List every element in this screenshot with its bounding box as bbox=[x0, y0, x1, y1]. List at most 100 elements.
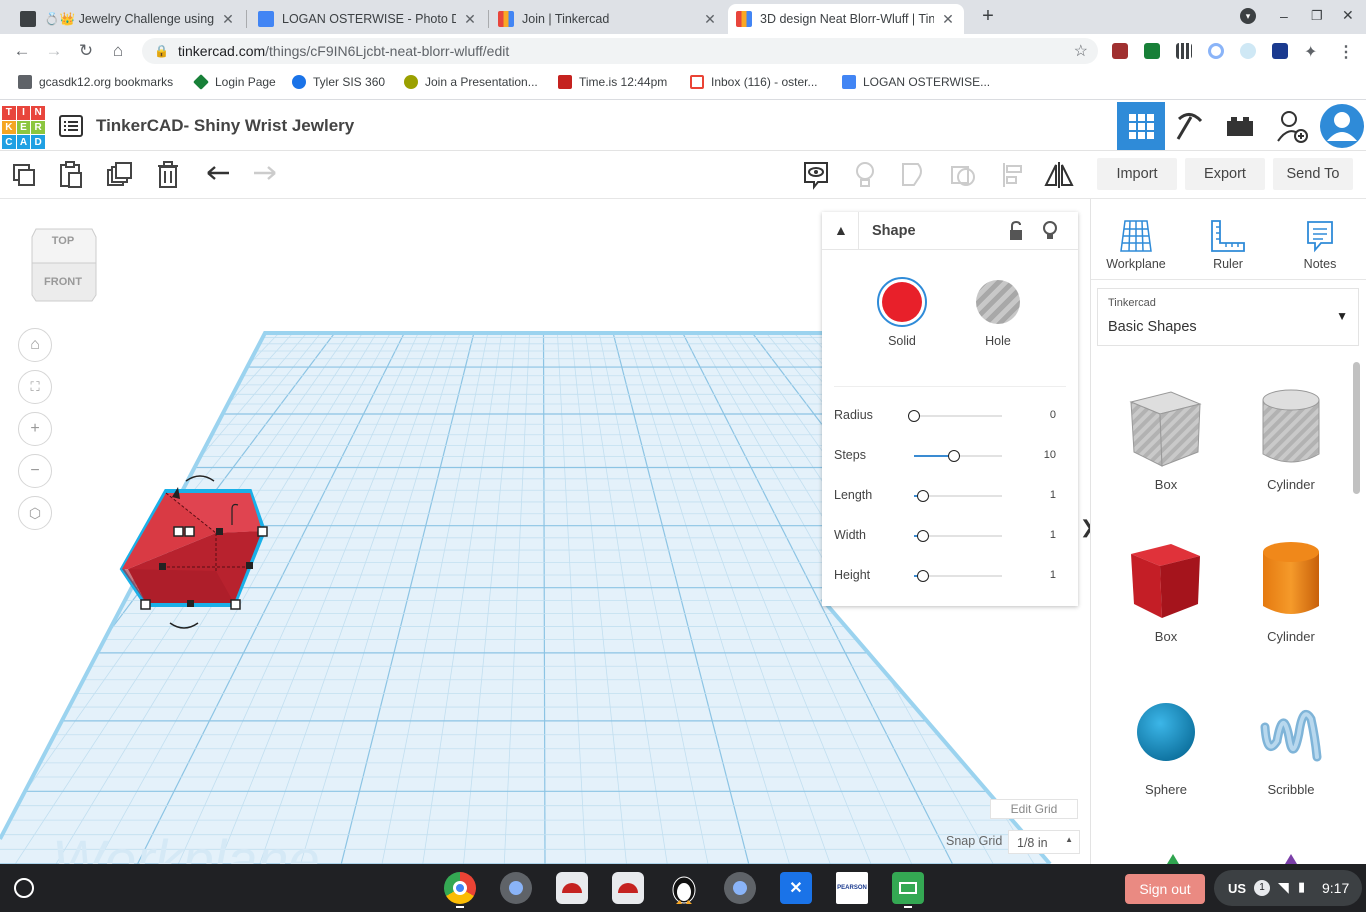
bookmark-join-presentation[interactable]: Join a Presentation... bbox=[404, 75, 538, 89]
system-tray[interactable]: US 1 ◥ ▮ 9:17 bbox=[1214, 870, 1362, 906]
steps-slider[interactable] bbox=[914, 450, 1002, 462]
view-cube-top[interactable]: TOP bbox=[30, 235, 96, 247]
align-button[interactable] bbox=[996, 159, 1028, 191]
web-app-icon[interactable] bbox=[612, 872, 644, 904]
browser-tab-2[interactable]: LOGAN OSTERWISE - Photo Doc ✕ bbox=[250, 4, 486, 34]
notes-tool-button[interactable]: Notes bbox=[1285, 213, 1355, 273]
bookmark-tyler-sis[interactable]: Tyler SIS 360 bbox=[292, 75, 385, 89]
extension-icon[interactable] bbox=[1208, 43, 1224, 59]
sheets-extension-icon[interactable] bbox=[1144, 43, 1160, 59]
shape-library-select[interactable]: Tinkercad Basic Shapes ▼ bbox=[1097, 288, 1359, 346]
send-to-button[interactable]: Send To bbox=[1273, 158, 1353, 190]
blocks-view-button[interactable] bbox=[1166, 102, 1214, 150]
workplane-tool-button[interactable]: Workplane bbox=[1101, 213, 1171, 273]
shape-cylinder-hole[interactable]: Cylinder bbox=[1236, 377, 1346, 507]
ruler-tool-button[interactable]: Ruler bbox=[1193, 213, 1263, 273]
group-button[interactable] bbox=[898, 159, 930, 191]
browser-tab-1[interactable]: 💍👑 Jewelry Challenge using T ✕ bbox=[12, 4, 244, 34]
shape-box-hole[interactable]: Box bbox=[1111, 377, 1221, 507]
shape-cylinder[interactable]: Cylinder bbox=[1236, 529, 1346, 659]
view-cube-front[interactable]: FRONT bbox=[30, 276, 96, 288]
bookmark-inbox[interactable]: Inbox (116) - oster... bbox=[690, 75, 818, 89]
tab-search-icon[interactable]: ▾ bbox=[1240, 8, 1256, 24]
browser-tab-4-active[interactable]: 3D design Neat Blorr-Wluff | Tink ✕ bbox=[728, 4, 964, 34]
cloud-extension-icon[interactable] bbox=[1240, 43, 1256, 59]
close-tab-icon[interactable]: ✕ bbox=[940, 11, 956, 28]
import-button[interactable]: Import bbox=[1097, 158, 1177, 190]
zoom-in-button[interactable]: + bbox=[18, 412, 52, 446]
sidebar-scrollbar[interactable] bbox=[1353, 362, 1360, 494]
hole-button[interactable] bbox=[976, 280, 1020, 324]
redo-button[interactable] bbox=[249, 159, 281, 191]
export-button[interactable]: Export bbox=[1185, 158, 1265, 190]
user-avatar[interactable] bbox=[1318, 102, 1366, 150]
invite-user-button[interactable] bbox=[1268, 102, 1316, 150]
slider-knob[interactable] bbox=[916, 570, 929, 582]
copy-button[interactable] bbox=[8, 159, 40, 191]
home-view-button[interactable]: ⌂ bbox=[18, 328, 52, 362]
height-slider[interactable] bbox=[914, 570, 1002, 582]
bricks-view-button[interactable] bbox=[1216, 102, 1264, 150]
hide-all-button[interactable] bbox=[849, 159, 881, 191]
close-tab-icon[interactable]: ✕ bbox=[702, 11, 718, 28]
shape-scribble[interactable]: Scribble bbox=[1236, 682, 1346, 812]
bookmark-time-is[interactable]: Time.is 12:44pm bbox=[558, 75, 667, 89]
extension-icon[interactable] bbox=[1112, 43, 1128, 59]
launcher-icon[interactable] bbox=[14, 878, 34, 898]
undo-button[interactable] bbox=[202, 159, 234, 191]
reload-icon[interactable]: ↻ bbox=[74, 39, 98, 63]
selected-box-shape[interactable] bbox=[110, 463, 310, 643]
app-x-icon[interactable]: ✕ bbox=[780, 872, 812, 904]
mirror-button[interactable] bbox=[1043, 159, 1075, 191]
design-title[interactable]: TinkerCAD- Shiny Wrist Jewlery bbox=[96, 116, 354, 136]
param-length[interactable]: Length 1 bbox=[834, 486, 1066, 506]
slider-knob[interactable] bbox=[916, 490, 929, 502]
hide-shape-lightbulb-icon[interactable] bbox=[1042, 221, 1058, 244]
browser-menu-icon[interactable]: ⋮ bbox=[1338, 42, 1354, 62]
bookmark-logan-doc[interactable]: LOGAN OSTERWISE... bbox=[842, 75, 990, 89]
design-list-icon[interactable] bbox=[58, 113, 84, 139]
camera-app-icon[interactable] bbox=[724, 872, 756, 904]
web-app-icon[interactable] bbox=[556, 872, 588, 904]
camera-app-icon[interactable] bbox=[500, 872, 532, 904]
edit-grid-button[interactable]: Edit Grid bbox=[990, 799, 1078, 819]
radius-slider[interactable] bbox=[908, 410, 1002, 422]
restore-icon[interactable]: ❐ bbox=[1311, 8, 1323, 24]
param-height[interactable]: Height 1 bbox=[834, 566, 1066, 586]
minimize-icon[interactable]: – bbox=[1280, 8, 1288, 24]
classroom-app-icon[interactable] bbox=[892, 872, 924, 904]
duplicate-button[interactable] bbox=[104, 159, 136, 191]
shape-sphere[interactable]: Sphere bbox=[1111, 682, 1221, 812]
delete-button[interactable] bbox=[152, 159, 184, 191]
fit-view-button[interactable]: ⛶ bbox=[18, 370, 52, 404]
home-icon[interactable]: ⌂ bbox=[106, 39, 130, 63]
qr-extension-icon[interactable] bbox=[1176, 43, 1192, 59]
ungroup-button[interactable] bbox=[947, 159, 979, 191]
browser-tab-3[interactable]: Join | Tinkercad ✕ bbox=[490, 4, 726, 34]
bookmark-login-page[interactable]: Login Page bbox=[193, 74, 276, 90]
param-radius[interactable]: Radius 0 bbox=[834, 406, 1066, 426]
width-slider[interactable] bbox=[914, 530, 1002, 542]
chrome-app-icon[interactable] bbox=[444, 872, 476, 904]
show-hide-button[interactable] bbox=[800, 159, 832, 191]
length-slider[interactable] bbox=[914, 490, 1002, 502]
forward-icon[interactable]: → bbox=[42, 39, 66, 63]
paste-button[interactable] bbox=[55, 159, 87, 191]
sign-out-button[interactable]: Sign out bbox=[1125, 874, 1205, 904]
close-tab-icon[interactable]: ✕ bbox=[462, 11, 478, 28]
collapse-panel-toggle[interactable]: ❯ bbox=[1080, 517, 1090, 547]
tinkercad-logo[interactable]: T I N K E R C A D bbox=[2, 106, 45, 149]
puzzle-extensions-icon[interactable]: ✦ bbox=[1304, 42, 1317, 62]
ortho-view-button[interactable]: ⬡ bbox=[18, 496, 52, 530]
close-tab-icon[interactable]: ✕ bbox=[220, 11, 236, 28]
pearson-testnav-icon[interactable]: PEARSON bbox=[836, 872, 868, 904]
param-width[interactable]: Width 1 bbox=[834, 526, 1066, 546]
shape-box[interactable]: Box bbox=[1111, 529, 1221, 659]
slider-knob[interactable] bbox=[916, 530, 929, 542]
view-cube[interactable]: TOP FRONT bbox=[30, 223, 97, 303]
new-tab-button[interactable]: + bbox=[976, 4, 1000, 28]
close-window-icon[interactable]: ✕ bbox=[1342, 7, 1354, 24]
3d-view-button[interactable] bbox=[1117, 102, 1165, 150]
bookmark-star-icon[interactable]: ☆ bbox=[1074, 41, 1088, 61]
param-steps[interactable]: Steps 10 bbox=[834, 446, 1066, 466]
